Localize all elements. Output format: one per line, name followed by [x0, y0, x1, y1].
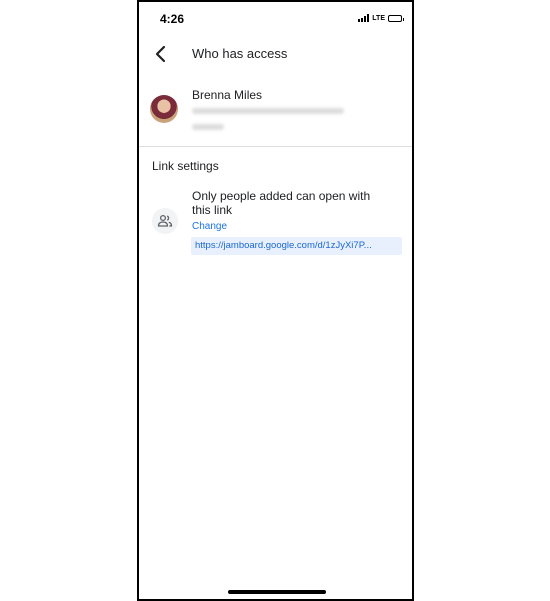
- person-name: Brenna Miles: [192, 88, 263, 102]
- page-title: Who has access: [192, 46, 288, 61]
- link-access-icon-wrap: [152, 208, 178, 234]
- battery-icon: [388, 14, 404, 22]
- home-indicator[interactable]: [228, 590, 326, 594]
- avatar: [150, 95, 178, 123]
- status-icons: LTE: [358, 14, 404, 22]
- redacted-email: [192, 108, 344, 114]
- signal-icon: [358, 14, 370, 22]
- back-button[interactable]: [149, 42, 173, 66]
- divider: [139, 146, 412, 147]
- link-settings-heading: Link settings: [152, 159, 219, 173]
- status-time: 4:26: [160, 12, 185, 26]
- link-access-description: Only people added can open with this lin…: [192, 189, 371, 217]
- people-icon: [157, 214, 173, 227]
- share-url-chip[interactable]: https://jamboard.google.com/d/1zJyXi7P..…: [191, 237, 402, 255]
- phone-frame: 4:26 LTE Who has access Brenna Miles Lin…: [137, 0, 414, 601]
- redacted-role: [192, 124, 224, 130]
- status-bar: 4:26 LTE: [139, 2, 412, 36]
- header: Who has access: [139, 38, 412, 72]
- change-link-button[interactable]: Change: [192, 221, 227, 232]
- person-row[interactable]: Brenna Miles: [139, 86, 412, 144]
- network-label: LTE: [372, 14, 385, 22]
- chevron-left-icon: [155, 45, 166, 63]
